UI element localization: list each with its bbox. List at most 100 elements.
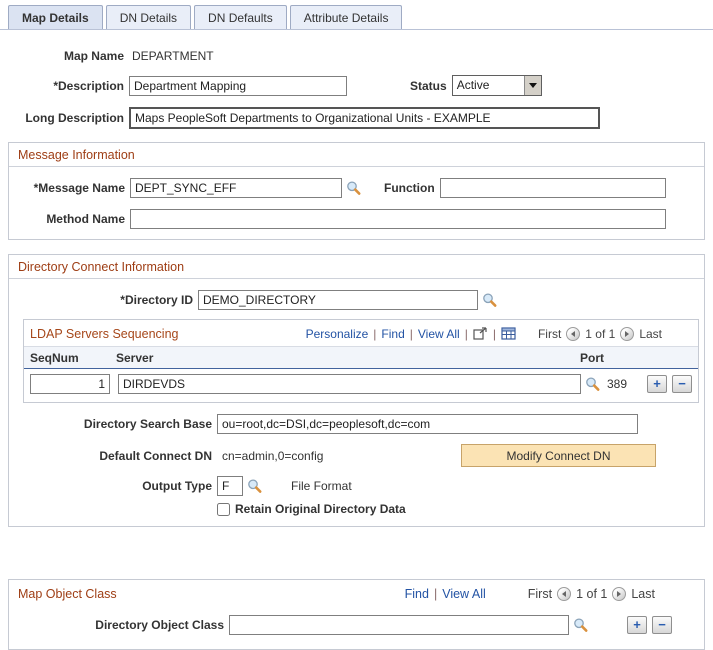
find-link[interactable]: Find (405, 587, 429, 601)
directory-search-base-input[interactable] (217, 414, 638, 434)
first-link[interactable]: First (538, 327, 561, 341)
delete-row-button[interactable]: − (652, 616, 672, 634)
message-name-input[interactable] (130, 178, 342, 198)
ldap-grid-title: LDAP Servers Sequencing (30, 326, 179, 341)
tab-bar: Map Details DN Details DN Defaults Attri… (0, 0, 713, 30)
directory-object-class-lookup-icon[interactable] (572, 617, 589, 634)
personalize-link[interactable]: Personalize (306, 327, 369, 341)
port-column-header: Port (580, 351, 604, 365)
tab-attribute-details[interactable]: Attribute Details (289, 5, 403, 29)
separator: | (409, 326, 413, 341)
zoom-grid-icon[interactable] (473, 327, 488, 340)
actions-column-header (638, 351, 698, 365)
separator: | (373, 326, 377, 341)
directory-id-lookup-icon[interactable] (481, 292, 498, 309)
view-all-link[interactable]: View All (418, 327, 460, 341)
previous-row-icon[interactable] (557, 587, 572, 601)
ldap-server-row: 389 + − (24, 369, 698, 402)
directory-search-base-row: Directory Search Base (9, 414, 704, 434)
method-name-input[interactable] (130, 209, 666, 229)
last-link[interactable]: Last (631, 587, 655, 601)
map-object-class-section: Map Object Class Find | View All First 1… (8, 579, 705, 650)
modify-connect-dn-button[interactable]: Modify Connect DN (461, 444, 656, 467)
directory-object-class-label: Directory Object Class (95, 618, 224, 632)
download-to-excel-icon[interactable] (501, 327, 516, 340)
add-row-button[interactable]: + (647, 375, 667, 393)
directory-id-input[interactable] (198, 290, 478, 310)
ldap-grid-links: Personalize | Find | View All | | (306, 327, 516, 341)
message-name-lookup-icon[interactable] (345, 180, 362, 197)
directory-object-class-row: Directory Object Class + − (9, 615, 704, 635)
seqnum-input[interactable] (30, 374, 110, 394)
directory-connect-title: Directory Connect Information (9, 255, 704, 279)
description-input[interactable] (129, 75, 347, 96)
default-connect-dn-row: Default Connect DN cn=admin,0=config Mod… (9, 444, 704, 468)
message-information-title: Message Information (9, 143, 704, 167)
delete-row-button[interactable]: − (672, 375, 692, 393)
directory-object-class-input[interactable] (229, 615, 569, 635)
default-connect-dn-value: cn=admin,0=config (222, 449, 324, 463)
ldap-servers-grid: LDAP Servers Sequencing Personalize | Fi… (23, 319, 699, 403)
server-lookup-icon[interactable] (584, 376, 601, 393)
directory-id-label: *Directory ID (120, 293, 193, 307)
message-name-label: *Message Name (33, 181, 125, 195)
status-select[interactable]: Active (451, 75, 542, 96)
server-column-header: Server (116, 351, 154, 365)
function-label: Function (384, 181, 435, 195)
dropdown-arrow-icon[interactable] (523, 76, 541, 95)
row-counter: 1 of 1 (576, 587, 608, 601)
separator: | (464, 326, 468, 341)
tab-dn-defaults[interactable]: DN Defaults (194, 5, 287, 29)
tab-map-details[interactable]: Map Details (8, 5, 103, 29)
separator: | (433, 587, 438, 601)
first-link[interactable]: First (528, 587, 552, 601)
tab-dn-details[interactable]: DN Details (105, 5, 192, 29)
output-type-lookup-icon[interactable] (246, 478, 263, 495)
next-row-icon[interactable] (612, 587, 627, 601)
directory-connect-section: Directory Connect Information *Directory… (8, 254, 705, 527)
message-name-row: *Message Name Function (9, 178, 704, 198)
ldap-grid-column-headers: SeqNum Server Port (24, 346, 698, 369)
retain-directory-data-label: Retain Original Directory Data (235, 502, 406, 516)
find-link[interactable]: Find (381, 327, 404, 341)
long-description-row: Long Description (0, 107, 713, 129)
status-selected-value: Active (456, 78, 490, 92)
add-row-button[interactable]: + (627, 616, 647, 634)
output-type-input[interactable] (217, 476, 243, 496)
retain-directory-data-row: Retain Original Directory Data (217, 502, 704, 516)
ldap-grid-header: LDAP Servers Sequencing Personalize | Fi… (24, 320, 698, 346)
method-name-row: Method Name (9, 209, 704, 229)
view-all-link[interactable]: View All (442, 587, 486, 601)
map-object-class-header: Map Object Class Find | View All First 1… (9, 580, 704, 605)
last-link[interactable]: Last (639, 327, 662, 341)
output-type-label: Output Type (142, 479, 212, 493)
separator: | (492, 326, 496, 341)
map-object-class-links: Find | View All (405, 587, 486, 601)
default-connect-dn-label: Default Connect DN (99, 449, 212, 463)
map-name-row: Map Name DEPARTMENT (0, 49, 713, 63)
port-value: 389 (607, 377, 628, 391)
function-input[interactable] (439, 178, 666, 198)
long-description-label: Long Description (25, 111, 124, 125)
seqnum-column-header: SeqNum (30, 351, 79, 365)
retain-directory-data-checkbox[interactable] (217, 502, 230, 516)
map-name-value: DEPARTMENT (132, 49, 214, 63)
output-type-description: File Format (291, 479, 352, 493)
map-object-class-nav: First 1 of 1 Last (528, 587, 655, 601)
long-description-input[interactable] (129, 107, 600, 129)
status-label: Status (410, 78, 447, 93)
message-information-section: Message Information *Message Name Functi… (8, 142, 705, 240)
map-object-class-title: Map Object Class (18, 587, 117, 601)
directory-search-base-label: Directory Search Base (83, 417, 212, 431)
description-row: *Description Status Active (0, 75, 713, 96)
ldap-grid-nav: First 1 of 1 Last (538, 326, 662, 341)
directory-id-row: *Directory ID (9, 290, 704, 310)
description-label: *Description (53, 78, 124, 93)
map-name-label: Map Name (63, 49, 124, 63)
output-type-row: Output Type File Format (9, 476, 704, 496)
previous-row-icon[interactable] (566, 326, 581, 341)
server-input[interactable] (118, 374, 581, 394)
method-name-label: Method Name (46, 212, 125, 226)
row-counter: 1 of 1 (585, 326, 616, 341)
next-row-icon[interactable] (620, 326, 635, 341)
